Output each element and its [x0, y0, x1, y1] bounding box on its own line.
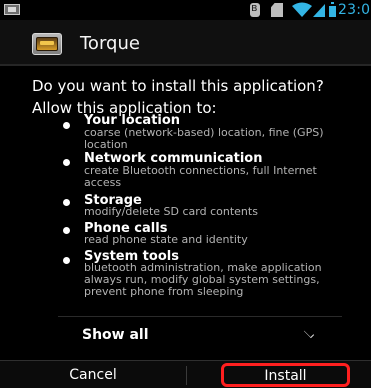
permission-description: coarse (network-based) location, fine (G… — [84, 126, 324, 151]
chevron-down-icon — [303, 327, 315, 339]
status-bar: 23:03 — [0, 0, 371, 20]
bluetooth-icon — [250, 1, 260, 17]
permission-description: bluetooth administration, make applicati… — [84, 261, 322, 298]
signal-icon — [313, 4, 325, 17]
cancel-button[interactable]: Cancel — [0, 361, 186, 388]
permission-description: modify/delete SD card contents — [84, 205, 258, 218]
install-question: Do you want to install this application? — [32, 77, 324, 95]
show-all-label: Show all — [82, 327, 149, 343]
bullet-icon — [63, 122, 70, 129]
bullet-icon — [63, 199, 70, 206]
wifi-icon — [292, 2, 312, 17]
bullet-icon — [63, 257, 70, 264]
permission-description: create Bluetooth connections, full Inter… — [84, 164, 317, 189]
app-title: Torque — [80, 33, 140, 54]
button-divider — [186, 366, 187, 385]
bullet-icon — [63, 227, 70, 234]
clock: 23:03 — [338, 2, 371, 18]
title-divider — [0, 64, 371, 66]
button-bar: Cancel Install — [0, 360, 371, 388]
show-all-button[interactable]: Show all — [58, 316, 342, 356]
torque-app-icon — [32, 33, 62, 55]
bullet-icon — [63, 159, 70, 166]
install-button[interactable]: Install — [221, 363, 350, 387]
screenshot-icon — [4, 4, 20, 15]
sim-icon — [271, 3, 283, 17]
permission-description: read phone state and identity — [84, 233, 248, 246]
battery-icon — [329, 2, 336, 17]
